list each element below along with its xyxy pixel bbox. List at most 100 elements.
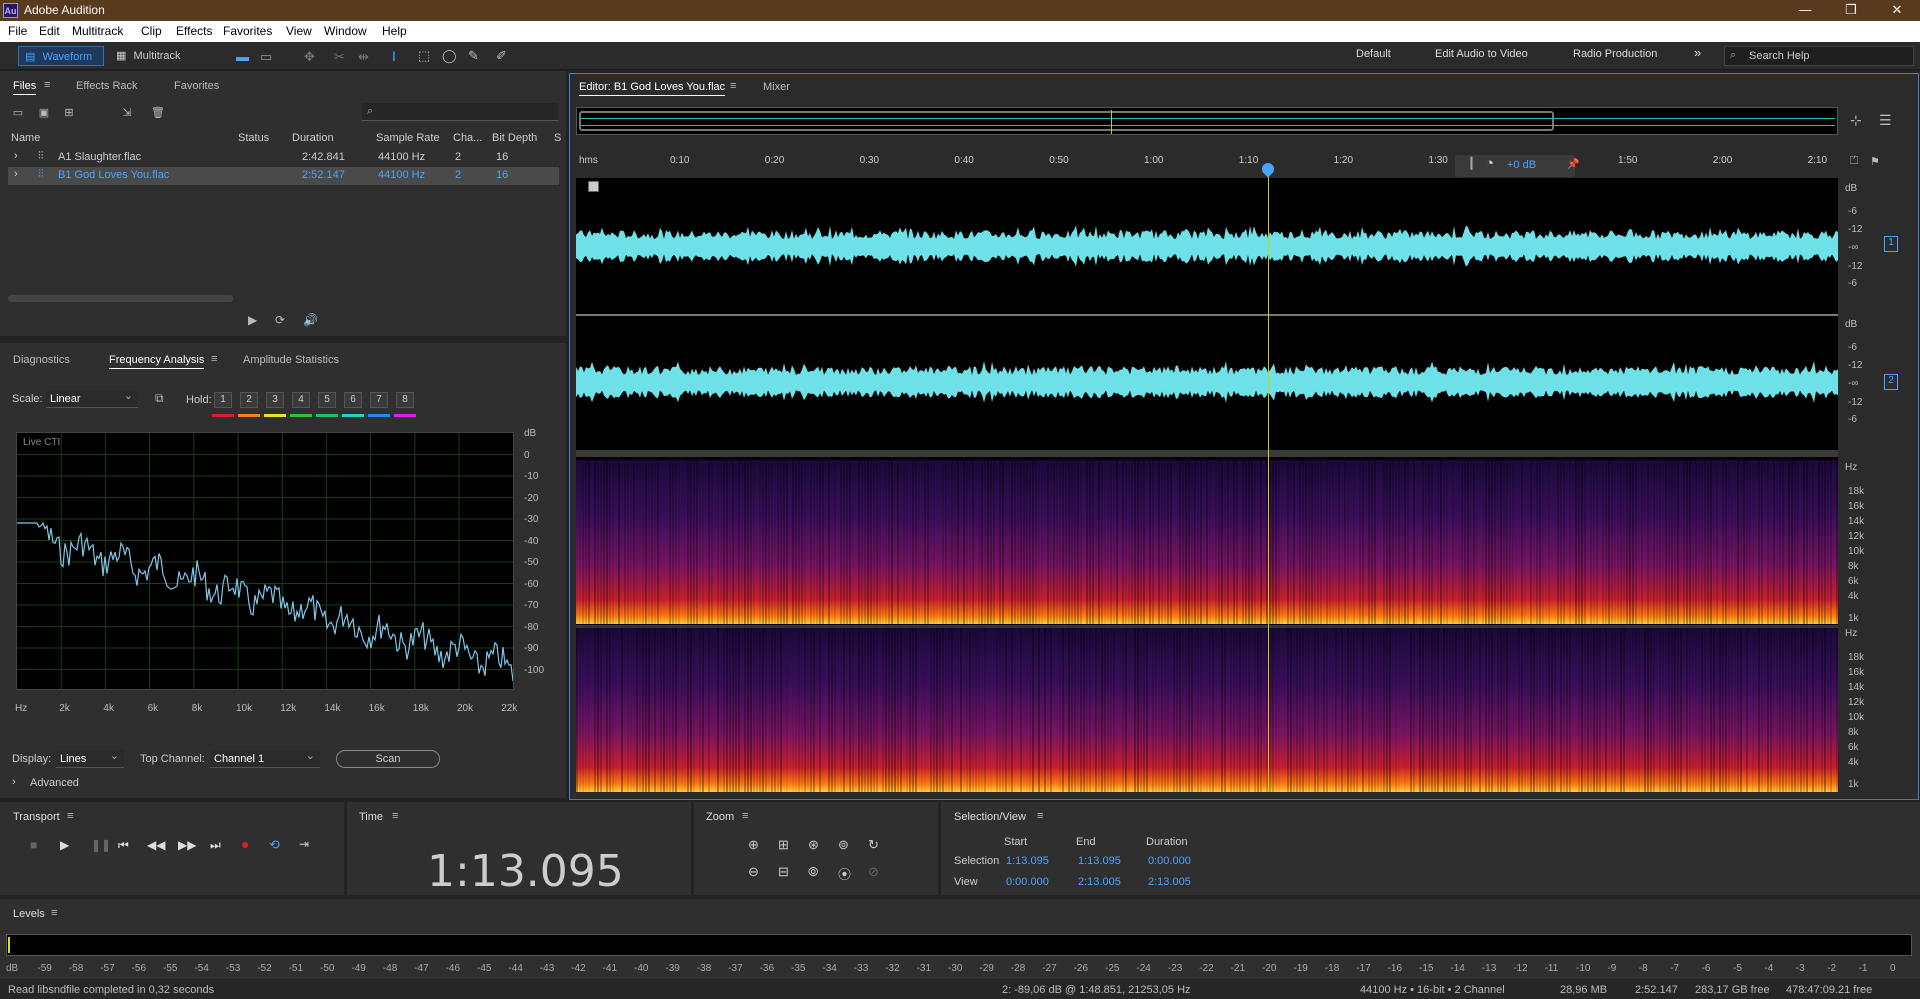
multitrack-view-button[interactable]: ▦ Multitrack [112,46,198,66]
zoom-out-full-icon[interactable]: ⦾ [808,864,818,880]
rewind-icon[interactable]: ◀◀ [147,838,165,852]
col-status[interactable]: Status [238,132,269,144]
tab-editor[interactable]: Editor: B1 God Loves You.flac [579,81,726,96]
col-channels[interactable]: Cha... [453,132,482,144]
hold-button-2[interactable]: 2 [240,392,258,408]
waveform-view-button[interactable]: ▤ Waveform [18,46,104,66]
panel-menu-icon[interactable]: ≡ [51,907,57,919]
col-source[interactable]: S [554,132,561,144]
trash-icon[interactable]: 🗑 [151,107,165,119]
zoom-in-point-icon[interactable]: ⊛ [808,837,819,853]
pin-hud-icon[interactable]: 📌 [1567,159,1579,170]
lasso-tool-icon[interactable]: ◯ [442,48,457,64]
volume-knob-icon[interactable]: ◔ [1485,155,1494,172]
panel-menu-icon[interactable]: ≡ [67,810,73,822]
import-file-icon[interactable]: ▣ [37,107,51,119]
hold-button-3[interactable]: 3 [266,392,284,408]
hold-button-6[interactable]: 6 [344,392,362,408]
top-channel-dropdown[interactable]: Channel 1 [210,747,320,768]
current-time-display[interactable]: 1:13.095 [427,846,624,897]
tab-files[interactable]: Files [13,80,37,95]
new-file-icon[interactable]: ⊞ [62,107,76,119]
menu-clip[interactable]: Clip [141,24,162,38]
menu-help[interactable]: Help [382,24,407,38]
tab-favorites[interactable]: Favorites [174,80,219,92]
menu-file[interactable]: File [8,24,27,38]
play-icon[interactable]: ▶ [60,838,69,852]
fx-thumbnail-icon[interactable] [588,181,599,192]
zoom-navigator-icon[interactable]: ⊹ [1850,112,1862,129]
overview-navigator[interactable] [576,107,1838,135]
open-file-icon[interactable]: ▭ [11,107,25,119]
razor-tool-icon[interactable]: ✂ [334,49,345,65]
scan-button[interactable]: Scan [336,750,440,768]
spot-healing-tool-icon[interactable]: ✐ [496,48,507,64]
table-row[interactable]: › ⫶⫶ B1 God Loves You.flac 2:52.147 4410… [8,167,559,185]
playhead-line[interactable] [1268,166,1269,792]
panel-menu-icon[interactable]: ≡ [730,80,736,92]
move-to-previous-icon[interactable]: ⏮ [118,838,129,853]
col-bit-depth[interactable]: Bit Depth [492,132,537,144]
restore-button[interactable]: ❐ [1828,0,1874,21]
col-duration[interactable]: Duration [292,132,334,144]
scroll-sync-icon[interactable]: ⏍ [1850,155,1858,168]
record-icon[interactable]: ● [241,836,249,852]
zoom-disabled-icon[interactable]: ⊘ [868,864,879,880]
table-row[interactable]: › ⫶⫶ A1 Slaughter.flac 2:42.841 44100 Hz… [8,149,559,166]
zoom-to-fit-icon[interactable]: ⦿ [838,864,851,883]
autoplay-icon[interactable]: 🔊 [303,313,318,327]
menu-multitrack[interactable]: Multitrack [72,24,123,38]
files-search-input[interactable]: ⌕ [362,103,558,121]
panel-menu-icon[interactable]: ≡ [392,810,398,822]
brush-tool-icon[interactable]: ✎ [468,48,479,64]
zoom-out-time-icon[interactable]: ⊟ [778,864,789,880]
marker-icon[interactable]: ⚑ [1870,155,1880,168]
zoom-reset-icon[interactable]: ↻ [868,837,879,853]
loop-playback-icon[interactable]: ⟲ [269,837,280,853]
play-preview-icon[interactable]: ▶ [248,313,257,327]
hold-button-8[interactable]: 8 [396,392,414,408]
advanced-toggle[interactable]: Advanced [30,777,79,789]
search-help-input[interactable]: ⌕ Search Help [1724,46,1914,66]
minimize-button[interactable]: — [1782,0,1828,21]
close-button[interactable]: ✕ [1874,0,1920,21]
selection-end[interactable]: 1:13.095 [1078,855,1121,867]
files-scrollbar[interactable] [8,295,233,302]
panel-menu-icon[interactable]: ≡ [1037,810,1043,822]
menu-favorites[interactable]: Favorites [223,24,272,38]
selection-duration[interactable]: 0:00.000 [1148,855,1191,867]
waveform-area[interactable] [576,166,1838,792]
view-end[interactable]: 2:13.005 [1078,876,1121,888]
zoom-out-amplitude-icon[interactable]: ⊖ [748,864,759,880]
selection-start[interactable]: 1:13.095 [1006,855,1049,867]
expand-chevron-icon[interactable]: › [14,150,18,162]
tab-mixer[interactable]: Mixer [763,81,790,93]
slip-tool-icon[interactable]: ⇹ [358,49,369,65]
expand-chevron-icon[interactable]: › [14,168,18,180]
hold-button-5[interactable]: 5 [318,392,336,408]
menu-effects[interactable]: Effects [176,24,212,38]
spectral-pitch-icon[interactable]: ▭ [260,49,272,65]
col-name[interactable]: Name [11,132,40,144]
zoom-in-time-icon[interactable]: ⊞ [778,837,789,853]
insert-into-multitrack-icon[interactable]: ⇲ [120,107,134,119]
advanced-chevron-icon[interactable]: › [12,776,16,788]
channel-2-badge[interactable]: 2 [1884,374,1898,390]
panel-menu-icon[interactable]: ≡ [742,810,748,822]
view-duration[interactable]: 2:13.005 [1148,876,1191,888]
panel-menu-icon[interactable]: ≡ [44,79,50,91]
tab-effects-rack[interactable]: Effects Rack [76,80,138,92]
panel-menu-icon[interactable]: ≡ [211,353,217,365]
hold-button-7[interactable]: 7 [370,392,388,408]
tab-diagnostics[interactable]: Diagnostics [13,354,70,366]
view-start[interactable]: 0:00.000 [1006,876,1049,888]
move-tool-icon[interactable]: ✥ [304,49,315,65]
hold-button-4[interactable]: 4 [292,392,310,408]
workspace-default[interactable]: Default [1356,48,1391,60]
spectral-display-icon[interactable]: ▬ [236,49,249,64]
time-selection-tool-icon[interactable]: I [392,48,396,64]
marquee-tool-icon[interactable]: ⬚ [418,48,430,64]
pause-icon[interactable]: ❚❚ [91,838,111,852]
copy-graph-icon[interactable]: ⧉ [155,391,164,406]
menu-edit[interactable]: Edit [39,24,60,38]
